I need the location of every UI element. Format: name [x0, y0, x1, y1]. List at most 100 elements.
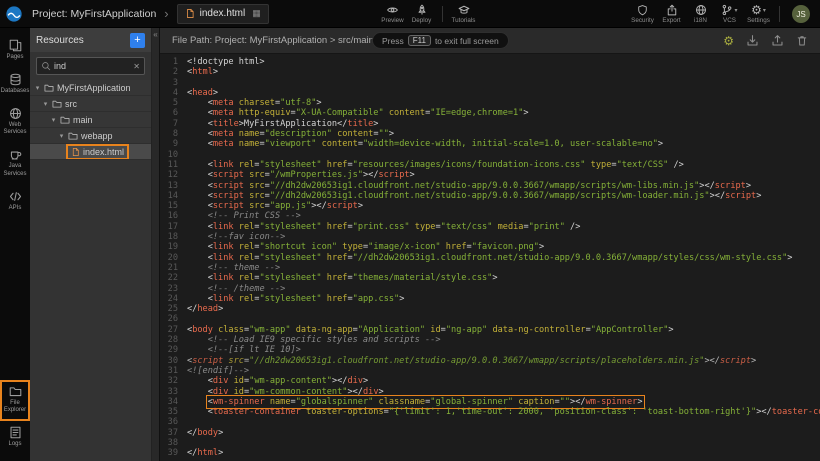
rail-item-file-explorer[interactable]: File Explorer [0, 380, 30, 422]
code-line[interactable]: 25</head> [160, 304, 820, 314]
i18n-button[interactable]: i18N [686, 0, 715, 28]
code-line[interactable]: 39</html> [160, 448, 820, 458]
rail-item-web-services[interactable]: Web Services [0, 102, 30, 144]
tree-item-label: MyFirstApplication [57, 83, 131, 93]
rail-item-pages[interactable]: Pages [0, 34, 30, 68]
vcs-button[interactable]: ▾ VCS [715, 0, 744, 28]
code-line[interactable]: 12 <script src="/wmProperties.js"></scri… [160, 170, 820, 180]
tree-item-index-html[interactable]: index.html [30, 144, 151, 160]
security-button[interactable]: Security [628, 0, 657, 28]
code-line[interactable]: 7 <title>MyFirstApplication</title> [160, 119, 820, 129]
code-line[interactable]: 20 <link rel="stylesheet" href="//dh2dw2… [160, 253, 820, 263]
tutorials-button[interactable]: Tutorials [449, 0, 478, 28]
line-number: 16 [160, 211, 178, 221]
code-line[interactable]: 1<!doctype html> [160, 57, 820, 67]
line-number: 29 [160, 345, 178, 355]
code-line[interactable]: 28 <!-- Load IE9 specific styles and scr… [160, 335, 820, 345]
code-line[interactable]: 24 <link rel="stylesheet" href="app.css"… [160, 294, 820, 304]
code-line[interactable]: 23 <!-- /theme --> [160, 284, 820, 294]
trash-icon[interactable] [796, 34, 808, 47]
code-line[interactable]: 14 <script src="//dh2dw20653ig1.cloudfro… [160, 191, 820, 201]
code-line[interactable]: 4<head> [160, 88, 820, 98]
file-icon [185, 8, 195, 19]
add-resource-button[interactable]: + [130, 33, 145, 48]
code-editor[interactable]: 1<!doctype html>2<html>3 4<head>5 <meta … [160, 54, 820, 461]
f11-key: F11 [408, 35, 431, 46]
user-avatar[interactable]: JS [792, 5, 810, 23]
file-tree: ▾ MyFirstApplication ▾ src ▾ main ▾ weba… [30, 80, 151, 160]
code-line[interactable]: 27<body class="wm-app" data-ng-app="Appl… [160, 325, 820, 335]
rail-item-databases[interactable]: Databases [0, 68, 30, 102]
rail-item-java-services[interactable]: Java Services [0, 143, 30, 185]
chevron-down-icon[interactable]: ▾ [50, 116, 57, 124]
upload-icon[interactable] [771, 34, 784, 47]
code-text: <meta charset="utf-8"> [187, 98, 322, 108]
download-icon[interactable] [746, 34, 759, 47]
line-number: 17 [160, 222, 178, 232]
topbar-right: Security Export i18N ▾ VCS ⚙▾ Settings J… [628, 0, 816, 28]
code-line[interactable]: 11 <link rel="stylesheet" href="resource… [160, 160, 820, 170]
code-text: <!-- Load IE9 specific styles and script… [187, 335, 441, 345]
code-line[interactable]: 9 <meta name="viewport" content="width=d… [160, 139, 820, 149]
code-line[interactable]: 21 <!-- theme --> [160, 263, 820, 273]
rail-label: Logs [8, 441, 21, 449]
code-line[interactable]: 26 [160, 314, 820, 324]
code-line[interactable]: 29 <!--[if lt IE 10]> [160, 345, 820, 355]
chevron-down-icon[interactable]: ▾ [42, 100, 49, 108]
graduation-cap-icon [457, 4, 471, 16]
code-line[interactable]: 18 <!--fav icon--> [160, 232, 820, 242]
code-text: <![endif]--> [187, 366, 249, 376]
code-line[interactable]: 3 [160, 78, 820, 88]
search-input[interactable] [54, 61, 130, 71]
code-line[interactable]: 38 [160, 438, 820, 448]
line-number: 12 [160, 170, 178, 180]
code-line[interactable]: 6 <meta http-equiv="X-UA-Compatible" con… [160, 108, 820, 118]
tree-item-main-folder[interactable]: ▾ main [30, 112, 151, 128]
tree-item-project-folder[interactable]: ▾ MyFirstApplication [30, 80, 151, 96]
file-tab[interactable]: index.html ▦ [177, 4, 269, 24]
code-line[interactable]: 10 [160, 150, 820, 160]
chevron-down-icon[interactable]: ▾ [58, 132, 65, 140]
code-line[interactable]: 8 <meta name="description" content=""> [160, 129, 820, 139]
code-line[interactable]: 32 <div id="wm-app-content"></div> [160, 376, 820, 386]
code-line[interactable]: 2<html> [160, 67, 820, 77]
tree-item-webapp-folder[interactable]: ▾ webapp [30, 128, 151, 144]
search-icon [41, 61, 51, 71]
rail-item-logs[interactable]: Logs [0, 421, 30, 455]
code-line[interactable]: 30<script src="//dh2dw20653ig1.cloudfron… [160, 356, 820, 366]
chevron-down-icon[interactable]: ▾ [34, 84, 41, 92]
settings-button[interactable]: ⚙▾ Settings [744, 0, 773, 28]
code-line[interactable]: 13 <script src="//dh2dw20653ig1.cloudfro… [160, 181, 820, 191]
panel-collapse-handle[interactable]: « [152, 28, 160, 461]
code-line[interactable]: 5 <meta charset="utf-8"> [160, 98, 820, 108]
rail-label: Java Services [0, 163, 30, 179]
code-line[interactable]: 17 <link rel="stylesheet" href="print.cs… [160, 222, 820, 232]
line-number: 33 [160, 387, 178, 397]
code-line[interactable]: 34 <wm-spinner name="globalspinner" clas… [160, 397, 820, 407]
code-line[interactable]: 31<![endif]--> [160, 366, 820, 376]
code-text: <script src="app.js"></script> [187, 201, 363, 211]
code-line[interactable]: 15 <script src="app.js"></script> [160, 201, 820, 211]
code-line[interactable]: 19 <link rel="shortcut icon" type="image… [160, 242, 820, 252]
code-line[interactable]: 36 [160, 417, 820, 427]
tree-item-src-folder[interactable]: ▾ src [30, 96, 151, 112]
file-tab-label: index.html [200, 8, 246, 19]
gear-icon[interactable]: ⚙ [723, 35, 734, 47]
code-text: <title>MyFirstApplication</title> [187, 119, 378, 129]
export-button[interactable]: Export [657, 0, 686, 28]
code-line[interactable]: 33 <div id="wm-common-content"></div> [160, 387, 820, 397]
line-number: 18 [160, 232, 178, 242]
preview-button[interactable]: Preview [378, 0, 407, 28]
rail-label: APIs [9, 205, 22, 213]
wavemaker-logo[interactable] [0, 5, 28, 23]
code-line[interactable]: 35 <toaster-container toaster-options="{… [160, 407, 820, 417]
code-line[interactable]: 22 <link rel="stylesheet" href="themes/m… [160, 273, 820, 283]
code-text: <html> [187, 67, 218, 77]
deploy-button[interactable]: Deploy [407, 0, 436, 28]
code-line[interactable]: 16 <!-- Print CSS --> [160, 211, 820, 221]
code-line[interactable]: 37</body> [160, 428, 820, 438]
clear-search-icon[interactable]: ✕ [133, 62, 140, 71]
grid-icon[interactable]: ▦ [252, 8, 261, 19]
rail-item-apis[interactable]: APIs [0, 185, 30, 219]
code-text [187, 417, 192, 427]
